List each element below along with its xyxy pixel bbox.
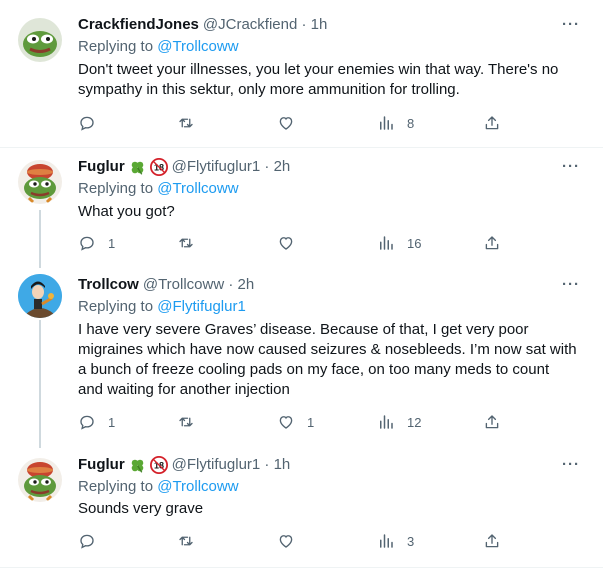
like-button[interactable]: 1 <box>277 412 314 432</box>
retweet-button[interactable] <box>177 412 207 432</box>
more-options-icon[interactable]: ··· <box>561 159 581 181</box>
replying-to-prefix: Replying to <box>78 38 158 55</box>
tweet-header: CrackfiendJones @JCrackfiend · 1h <box>78 15 327 35</box>
like-button[interactable] <box>277 531 307 551</box>
display-name[interactable]: CrackfiendJones <box>78 15 199 35</box>
tweet-actions: 1 1 12 <box>78 412 518 432</box>
tweet-header: Fuglur 18 @Flytifuglur1 · 2h <box>78 157 290 177</box>
like-count: 1 <box>307 414 315 430</box>
replying-to-prefix: Replying to <box>78 298 158 315</box>
views-icon <box>380 236 393 250</box>
tweet-actions: 3 <box>78 531 518 551</box>
handle-and-time[interactable]: @Flytifuglur1 · 2h <box>172 157 291 177</box>
reply-button[interactable] <box>78 113 108 133</box>
replying-to: Replying to @Trollcoww <box>78 179 239 199</box>
like-button[interactable] <box>277 233 307 253</box>
replying-to-handle[interactable]: @Trollcoww <box>157 38 238 55</box>
tweet-text: What you got? <box>78 203 175 220</box>
share-icon <box>485 236 499 250</box>
like-icon <box>279 237 293 250</box>
reply-icon <box>80 236 94 251</box>
18-restriction-icon: 18 <box>149 158 168 176</box>
handle-and-time[interactable]: @Trollcoww · 2h <box>143 275 254 295</box>
views-icon <box>380 415 393 429</box>
views-count: 12 <box>407 414 422 430</box>
avatar[interactable] <box>18 274 62 318</box>
views-button[interactable]: 12 <box>377 412 421 432</box>
views-button[interactable]: 3 <box>377 531 414 551</box>
like-icon <box>279 117 293 130</box>
avatar[interactable] <box>18 458 62 502</box>
thread-line <box>39 320 41 448</box>
tweet-text: Don't tweet your illnesses, you let your… <box>78 61 559 98</box>
share-button[interactable] <box>483 531 501 551</box>
display-name[interactable]: Trollcow <box>78 275 139 295</box>
replying-to: Replying to @Trollcoww <box>78 37 239 57</box>
retweet-icon <box>179 417 193 427</box>
retweet-icon <box>179 536 193 546</box>
views-icon <box>380 534 393 548</box>
reply-icon <box>80 116 94 131</box>
retweet-button[interactable] <box>177 113 207 133</box>
four-leaf-clover-icon <box>129 159 146 176</box>
share-icon <box>485 415 499 429</box>
retweet-button[interactable] <box>177 233 207 253</box>
four-leaf-clover-icon <box>129 457 146 474</box>
replying-to-prefix: Replying to <box>78 478 158 495</box>
handle-and-time[interactable]: @Flytifuglur1 · 1h <box>172 455 291 475</box>
views-button[interactable]: 8 <box>377 113 414 133</box>
views-count: 16 <box>407 235 422 251</box>
like-button[interactable] <box>277 113 307 133</box>
like-icon <box>279 535 293 548</box>
avatar[interactable] <box>18 160 62 204</box>
reply-button[interactable]: 1 <box>78 233 115 253</box>
views-icon <box>380 116 393 130</box>
thread-line <box>39 210 41 268</box>
reply-button[interactable] <box>78 531 108 551</box>
retweet-icon <box>179 118 193 128</box>
reply-icon <box>80 534 94 549</box>
retweet-button[interactable] <box>177 531 207 551</box>
avatar[interactable] <box>18 18 62 62</box>
replying-to-prefix: Replying to <box>78 180 158 197</box>
reply-button[interactable]: 1 <box>78 412 115 432</box>
tweet-actions: 8 <box>78 113 518 133</box>
replying-to: Replying to @Flytifuglur1 <box>78 297 246 317</box>
tweet-header: Fuglur 18 @Flytifuglur1 · 1h <box>78 455 290 475</box>
share-button[interactable] <box>483 233 501 253</box>
reply-count: 1 <box>108 414 116 430</box>
share-icon <box>485 116 499 130</box>
tweet-text: I have very severe Graves’ disease. Beca… <box>78 321 577 398</box>
views-button[interactable]: 16 <box>377 233 421 253</box>
replying-to-handle[interactable]: @Trollcoww <box>157 180 238 197</box>
18-restriction-icon: 18 <box>149 456 168 474</box>
views-count: 8 <box>407 115 415 131</box>
display-name[interactable]: Fuglur <box>78 157 125 177</box>
replying-to-handle[interactable]: @Flytifuglur1 <box>157 298 246 315</box>
more-options-icon[interactable]: ··· <box>561 17 581 39</box>
display-name[interactable]: Fuglur <box>78 455 125 475</box>
reply-count: 1 <box>108 235 116 251</box>
share-button[interactable] <box>483 113 501 133</box>
reply-icon <box>80 415 94 430</box>
tweet-actions: 1 16 <box>78 233 518 253</box>
tweet-text: Sounds very grave <box>78 500 204 517</box>
tweet-header: Trollcow @Trollcoww · 2h <box>78 275 254 295</box>
share-button[interactable] <box>483 412 501 432</box>
replying-to: Replying to @Trollcoww <box>78 477 239 497</box>
handle-and-time[interactable]: @JCrackfiend · 1h <box>203 15 327 35</box>
replying-to-handle[interactable]: @Trollcoww <box>157 478 238 495</box>
more-options-icon[interactable]: ··· <box>561 457 581 479</box>
views-count: 3 <box>407 533 415 549</box>
tweet-separator <box>0 147 603 148</box>
like-icon <box>279 416 293 429</box>
more-options-icon[interactable]: ··· <box>561 277 581 299</box>
share-icon <box>485 534 499 548</box>
retweet-icon <box>179 238 193 248</box>
tweet-separator <box>0 567 603 568</box>
